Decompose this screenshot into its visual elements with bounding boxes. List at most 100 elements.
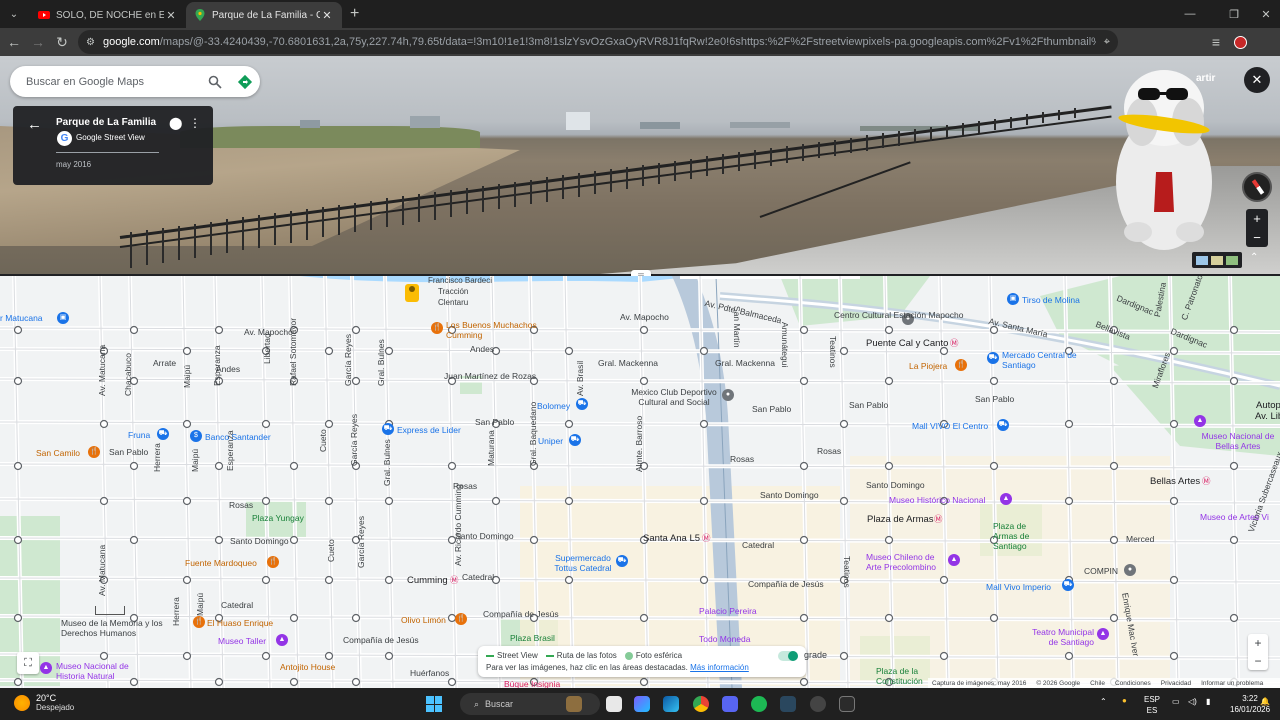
zoom-out-icon[interactable]: − <box>1246 228 1268 247</box>
close-street-view-icon[interactable]: ✕ <box>1244 67 1270 93</box>
back-arrow-icon[interactable]: ← <box>27 116 42 133</box>
forward-icon[interactable]: → <box>26 30 50 54</box>
spotify-icon[interactable] <box>751 696 767 712</box>
epic-games-icon[interactable] <box>839 696 855 712</box>
weather-widget[interactable]: 20°C Despejado <box>14 693 74 712</box>
report-problem-link[interactable]: Informar un problema <box>1201 680 1263 687</box>
compass-icon[interactable] <box>1242 172 1272 202</box>
museum-icon[interactable]: ▲ <box>276 634 288 646</box>
expand-icon[interactable]: ⌃ <box>1250 252 1258 263</box>
shopping-icon[interactable]: ⛟ <box>987 352 999 364</box>
terms-link[interactable]: Condiciones <box>1115 680 1151 687</box>
place-label[interactable]: Fuente Mardoqueo <box>185 558 257 568</box>
close-tab-icon[interactable]: ✕ <box>320 9 334 22</box>
search-icon[interactable] <box>200 67 230 97</box>
restaurant-icon[interactable]: 🍴 <box>455 613 467 625</box>
bank-icon[interactable]: $ <box>190 430 202 442</box>
fullscreen-icon[interactable]: ⛶ <box>17 652 39 674</box>
metro-label[interactable]: Puente Cal y Canto <box>866 338 948 349</box>
tab-youtube[interactable]: SOLO, DE NOCHE en EL BARRIO ✕ <box>30 2 186 28</box>
place-label[interactable]: Búque Insignia <box>504 679 560 688</box>
museum-icon[interactable]: ▲ <box>1000 493 1012 505</box>
place-label[interactable]: Fruna <box>128 430 150 440</box>
museum-icon[interactable]: ▲ <box>1194 415 1206 427</box>
place-label[interactable]: Museo de Artes Vi <box>1200 512 1269 522</box>
network-icon[interactable]: ▭ <box>1172 697 1180 706</box>
metro-label[interactable]: Bellas Artes <box>1150 476 1200 487</box>
language-indicator[interactable]: ESP ES <box>1144 694 1160 716</box>
place-label[interactable]: El Huaso Enrique <box>207 618 273 628</box>
place-label[interactable]: Plaza de Armas de Santiago <box>993 521 1049 551</box>
location-icon[interactable]: ⌖ <box>1104 36 1110 49</box>
maximize-icon[interactable]: ❐ <box>1216 0 1252 28</box>
minimize-icon[interactable]: — <box>1172 0 1208 28</box>
shopping-icon[interactable]: ⛟ <box>616 555 628 567</box>
place-label[interactable]: San Camilo <box>36 448 80 458</box>
place-label[interactable]: Museo Taller <box>218 636 266 646</box>
profile-avatar[interactable] <box>1234 36 1247 49</box>
map-pin-icon[interactable]: ⬤ <box>169 116 182 130</box>
restaurant-icon[interactable]: 🍴 <box>267 556 279 568</box>
search-input[interactable]: Buscar en Google Maps <box>26 76 200 88</box>
place-label[interactable]: Bolomey <box>537 401 570 411</box>
place-label[interactable]: Mercado Central de Santiago <box>1002 350 1082 370</box>
task-view-icon[interactable] <box>606 696 622 712</box>
metro-icon[interactable]: Ⓜ <box>934 513 943 525</box>
place-label[interactable]: Museo Nacional de Bellas Artes <box>1196 431 1280 451</box>
region-link[interactable]: Chile <box>1090 680 1105 687</box>
place-label[interactable]: Plaza Yungay <box>252 513 304 523</box>
place-label[interactable]: Antojito House <box>280 662 335 672</box>
metro-label[interactable]: Cumming <box>407 575 448 586</box>
restaurant-icon[interactable]: 🍴 <box>955 359 967 371</box>
directions-icon[interactable] <box>230 67 260 97</box>
new-tab-button[interactable]: + <box>350 5 359 23</box>
shopping-icon[interactable]: ⛟ <box>576 398 588 410</box>
place-label[interactable]: Plaza de la Constitución <box>876 666 930 686</box>
place-label[interactable]: Mall Vivo Imperio <box>986 582 1051 592</box>
edge-icon[interactable] <box>663 696 679 712</box>
metro-station-icon[interactable]: ▣ <box>1007 293 1019 305</box>
privacy-link[interactable]: Privacidad <box>1161 680 1191 687</box>
tab-google-maps[interactable]: Parque de La Familia - Google Maps ✕ <box>186 2 342 28</box>
street-view-panorama[interactable]: Buscar en Google Maps ← Parque de La Fam… <box>0 56 1280 274</box>
place-label[interactable]: Uniper <box>538 436 563 446</box>
discord-icon[interactable] <box>722 696 738 712</box>
shopping-icon[interactable]: ⛟ <box>382 423 394 435</box>
metro-icon[interactable]: Ⓜ <box>702 532 711 544</box>
place-label[interactable]: Los Buenos Muchachos Cumming <box>446 320 542 340</box>
place-label[interactable]: Todo Moneda <box>699 634 751 644</box>
place-label[interactable]: Museo Nacional de Historia Natural <box>56 661 146 681</box>
more-options-icon[interactable]: ⋮ <box>189 116 201 130</box>
shopping-icon[interactable]: ⛟ <box>997 419 1009 431</box>
tray-overflow-icon[interactable]: ⌃ <box>1100 697 1107 706</box>
volume-icon[interactable]: ◁) <box>1188 697 1197 706</box>
place-label[interactable]: Plaza de Armas <box>867 514 934 525</box>
place-label[interactable]: Supermercado Tottus Catedral <box>549 553 617 573</box>
place-label[interactable]: Express de Lider <box>397 425 461 435</box>
street-view-zoom-control[interactable]: + − <box>1246 209 1268 247</box>
start-icon[interactable] <box>426 696 442 712</box>
place-label[interactable]: Palacio Pereira <box>699 606 757 616</box>
metro-label[interactable]: Santa Ana L5 <box>643 533 700 544</box>
landmark-icon[interactable]: ● <box>722 389 734 401</box>
place-label[interactable]: Museo de la Memoria y los Derechos Human… <box>61 618 171 638</box>
place-label[interactable]: Plaza Brasil <box>510 633 555 643</box>
place-label[interactable]: r Matucana <box>0 313 43 323</box>
restaurant-icon[interactable]: 🍴 <box>88 446 100 458</box>
close-tab-icon[interactable]: ✕ <box>164 9 178 22</box>
steam-icon[interactable] <box>780 696 796 712</box>
place-label[interactable]: Tirso de Molina <box>1022 295 1080 305</box>
search-highlight-icon[interactable] <box>566 696 582 712</box>
capture-date-dropdown[interactable]: may 2016 <box>56 160 91 169</box>
battery-icon[interactable]: ▮ <box>1206 697 1210 706</box>
app-icon[interactable] <box>810 696 826 712</box>
place-label[interactable]: Museo Histórico Nacional <box>889 495 985 505</box>
more-info-link[interactable]: Más información <box>690 663 749 672</box>
tab-search-button[interactable]: ⌄ <box>4 4 24 24</box>
metro-icon[interactable]: Ⓜ <box>950 337 959 349</box>
imagery-thumbnails[interactable] <box>1192 252 1242 268</box>
zoom-out-icon[interactable]: − <box>1248 652 1268 670</box>
place-label[interactable]: Centro Cultural Estación Mapocho <box>834 310 963 320</box>
museum-icon[interactable]: ▲ <box>40 662 52 674</box>
place-label[interactable]: Museo Chileno de Arte Precolombino <box>866 552 948 572</box>
